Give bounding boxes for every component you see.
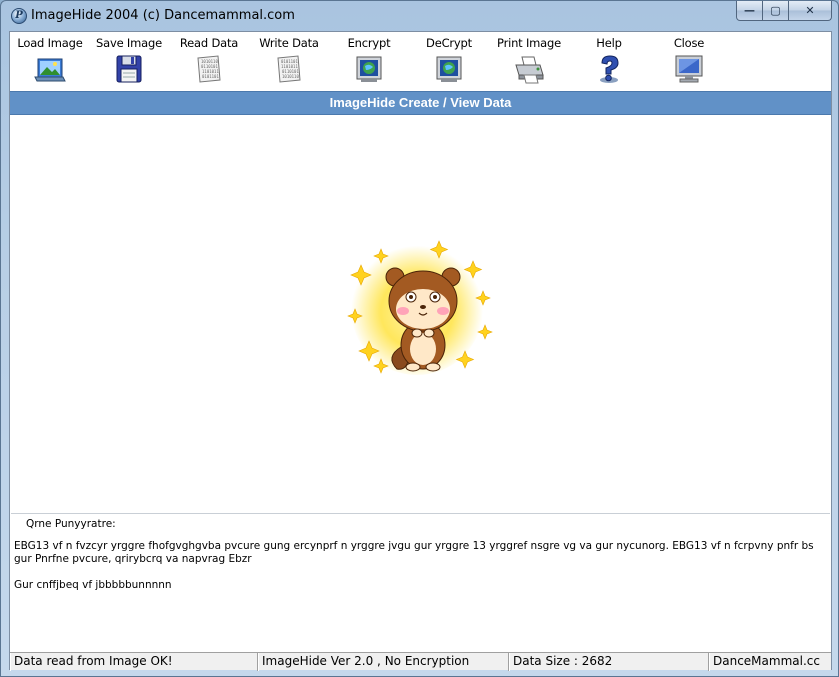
- load-image-button[interactable]: Load Image: [10, 34, 90, 88]
- print-image-button[interactable]: Print Image: [489, 34, 569, 88]
- close-window-button[interactable]: ✕: [789, 1, 832, 21]
- window-controls: — ▢ ✕: [736, 1, 832, 21]
- svg-text:0101101: 0101101: [202, 74, 219, 79]
- printer-icon: [515, 56, 544, 84]
- load-image-icon: [34, 58, 66, 82]
- data-sheet-icon: 1010110 0110101 1101011 0101101: [197, 55, 221, 83]
- maximize-button[interactable]: ▢: [763, 1, 789, 21]
- floppy-disk-icon: [116, 55, 142, 83]
- app-window: P ImageHide 2004 (c) Dancemammal.com — ▢…: [0, 0, 839, 677]
- help-label: Help: [596, 36, 622, 50]
- globe-screen-icon: [356, 56, 382, 82]
- status-data-size: Data Size : 2682: [509, 653, 709, 671]
- svg-text:1010110: 1010110: [282, 74, 299, 79]
- text-heading: Qrne Punyyratre:: [26, 518, 116, 530]
- question-mark-icon: [600, 55, 619, 83]
- monitor-icon: [675, 55, 703, 83]
- print-image-label: Print Image: [497, 36, 561, 50]
- close-button[interactable]: Close: [649, 34, 729, 88]
- image-preview: [11, 117, 830, 512]
- status-message: Data read from Image OK!: [10, 653, 258, 671]
- decrypt-label: DeCrypt: [426, 36, 472, 50]
- write-data-label: Write Data: [259, 36, 319, 50]
- read-data-button[interactable]: Read Data 1010110 0110101 1101011 010110…: [169, 34, 249, 88]
- text-paragraph: EBG13 vf n fvzcyr yrggre fhofgvghgvba pv…: [14, 540, 814, 565]
- save-image-label: Save Image: [96, 36, 162, 50]
- text-footer: Gur cnffjbeq vf jbbbbbunnnnn: [14, 579, 172, 591]
- status-brand: DanceMammal.cc: [709, 653, 831, 671]
- status-bar: Data read from Image OK! ImageHide Ver 2…: [10, 652, 831, 671]
- save-image-button[interactable]: Save Image: [89, 34, 169, 88]
- toolbar: Load Image Save Image Read Data 1010110 …: [10, 32, 831, 90]
- minimize-button[interactable]: —: [736, 1, 763, 21]
- window-title: ImageHide 2004 (c) Dancemammal.com: [31, 8, 295, 23]
- decrypt-button[interactable]: DeCrypt: [409, 34, 489, 88]
- hidden-data-text[interactable]: Qrne Punyyratre: EBG13 vf n fvzcyr yrggr…: [11, 513, 830, 652]
- encrypt-label: Encrypt: [347, 36, 391, 50]
- status-version: ImageHide Ver 2.0 , No Encryption: [258, 653, 509, 671]
- globe-screen-icon: [436, 56, 462, 82]
- data-sheet-icon: 0101101 1101011 0110101 1010110: [277, 55, 301, 83]
- close-label: Close: [673, 36, 705, 50]
- encrypt-button[interactable]: Encrypt: [329, 34, 409, 88]
- section-header: ImageHide Create / View Data: [10, 91, 831, 115]
- read-data-label: Read Data: [179, 36, 239, 50]
- client-area: Load Image Save Image Read Data 1010110 …: [9, 31, 832, 671]
- write-data-button[interactable]: Write Data 0101101 1101011 0110101 10101…: [249, 34, 329, 88]
- help-button[interactable]: Help: [569, 34, 649, 88]
- load-image-label: Load Image: [17, 36, 83, 50]
- app-logo-icon: P: [11, 8, 27, 24]
- title-bar[interactable]: P ImageHide 2004 (c) Dancemammal.com — ▢…: [1, 1, 838, 31]
- chipmunk-mascot-image: [347, 240, 493, 375]
